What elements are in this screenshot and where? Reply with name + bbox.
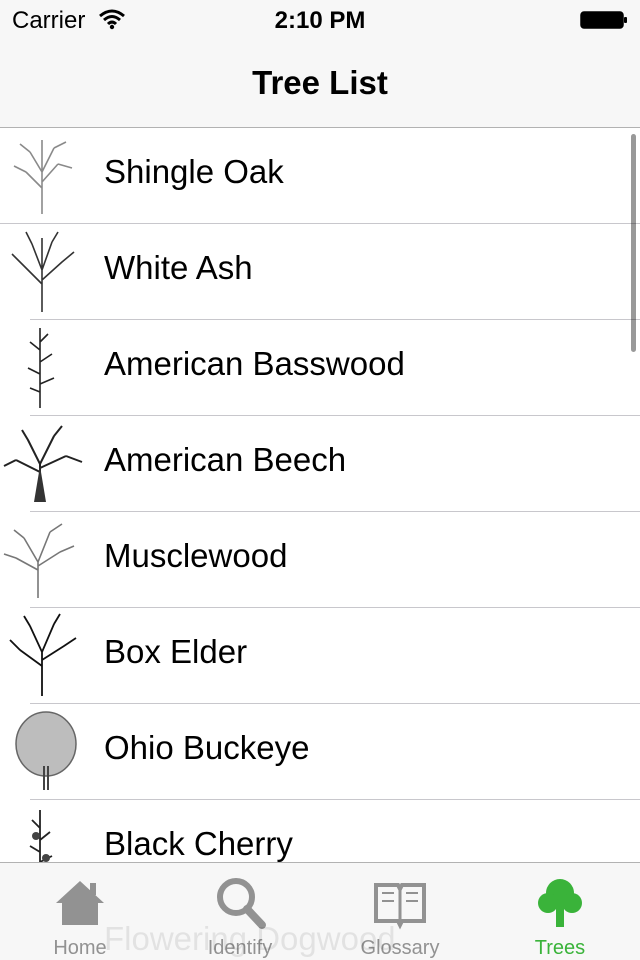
tree-sketch-icon [13,140,73,214]
status-time: 2:10 PM [274,7,366,34]
tree-name: Box Elder [104,633,248,670]
tree-list[interactable]: Shingle Oak White Ash American Basswood … [0,128,640,862]
tab-trees[interactable]: Trees [480,863,640,960]
list-item-underlay: Flowering Dogwood [104,920,396,957]
battery-icon [580,11,627,29]
tree-sketch-icon [11,231,75,312]
tree-sketch-icon [9,613,77,696]
tree-name: American Beech [104,441,347,478]
tree-sketch-icon [29,810,53,862]
tree-name: Black Cherry [104,825,293,862]
page-title: Tree List [252,64,388,101]
navigation-bar: Tree List [0,40,640,128]
home-icon [56,881,104,925]
status-bar: Carrier 2:10 PM [0,0,640,40]
tree-name: Ohio Buckeye [104,729,310,766]
list-item[interactable]: Musclewood [0,512,640,608]
tree-sketch-icon [15,711,77,790]
tree-sketch-icon [27,328,55,408]
list-item[interactable]: American Beech [0,416,640,512]
tree-name: White Ash [104,249,253,286]
tree-name: Musclewood [104,537,288,574]
list-item[interactable]: Black Cherry [0,800,640,862]
list-item[interactable]: Box Elder [0,608,640,704]
tree-sketch-icon [3,425,83,502]
list-item[interactable]: Shingle Oak [0,128,640,224]
tree-sketch-icon [3,523,75,598]
list-item[interactable]: American Basswood [0,320,640,416]
list-item[interactable]: White Ash [0,224,640,320]
list-item[interactable]: Ohio Buckeye [0,704,640,800]
tree-name: Shingle Oak [104,153,284,190]
tab-label: Trees [534,937,586,959]
scroll-indicator[interactable] [631,134,636,352]
tree-icon [538,879,582,927]
tree-name: American Basswood [104,345,405,382]
